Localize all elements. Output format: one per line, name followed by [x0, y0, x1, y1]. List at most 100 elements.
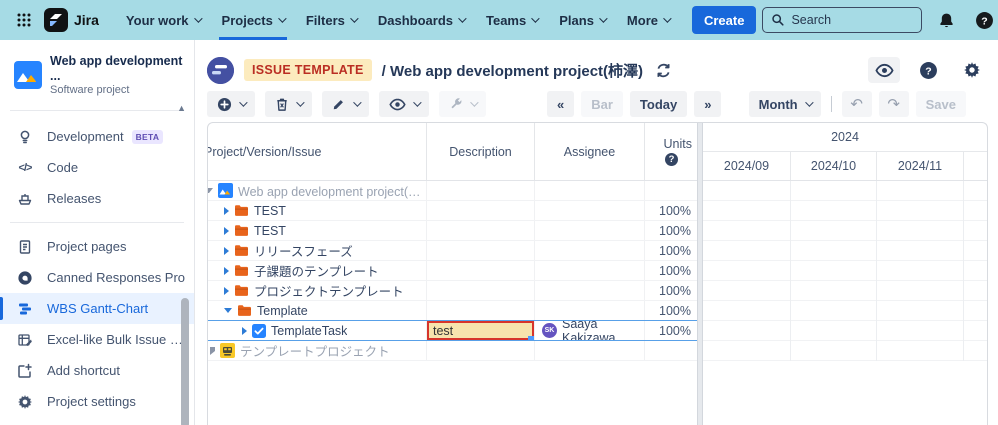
issue-name-cell[interactable]: TemplateTask	[208, 321, 427, 340]
assignee-cell[interactable]	[535, 181, 645, 200]
sidebar-item-code[interactable]: </>Code	[0, 152, 194, 183]
nav-item-your-work[interactable]: Your work	[115, 0, 211, 40]
description-cell[interactable]	[427, 181, 535, 200]
visibility-button[interactable]	[868, 57, 900, 83]
project-header[interactable]: Web app development ... Software project	[0, 40, 194, 108]
selected-description-cell[interactable]: test	[427, 321, 534, 340]
jira-logo[interactable]: Jira	[44, 8, 99, 32]
notifications-button[interactable]	[932, 6, 960, 34]
panel-splitter[interactable]	[697, 123, 703, 425]
sidebar-divider	[10, 110, 184, 111]
tools-button[interactable]	[439, 91, 486, 117]
issue-name-cell[interactable]: Web app development project(柿澤)	[208, 181, 427, 200]
units-cell[interactable]	[645, 341, 697, 360]
assignee-cell[interactable]: SKSaaya Kakizawa	[535, 321, 645, 340]
yellow-project-icon	[220, 343, 235, 358]
description-cell[interactable]	[427, 201, 535, 220]
expand-caret-icon[interactable]	[224, 227, 229, 235]
today-button[interactable]: Today	[630, 91, 687, 117]
assignee-cell[interactable]	[535, 341, 645, 360]
view-button[interactable]	[379, 91, 429, 117]
description-cell[interactable]	[427, 241, 535, 260]
description-cell[interactable]	[427, 221, 535, 240]
project-type: Software project	[50, 84, 194, 96]
expand-caret-icon[interactable]	[224, 287, 229, 295]
expand-caret-icon[interactable]	[210, 347, 215, 355]
description-cell[interactable]: test	[427, 321, 535, 340]
assignee-cell[interactable]	[535, 301, 645, 320]
issue-name-cell[interactable]: 子課題のテンプレート	[208, 261, 427, 280]
gantt-grid-panel: Project/Version/Issue Description Assign…	[207, 122, 988, 425]
sidebar-item-project-settings[interactable]: Project settings	[0, 386, 194, 417]
units-cell[interactable]: 100%	[645, 201, 697, 220]
units-help-icon[interactable]: ?	[665, 153, 678, 166]
add-issue-button[interactable]	[207, 91, 255, 117]
sidebar-item-wbs-gantt-chart[interactable]: WBS Gantt-Chart	[0, 293, 194, 324]
description-cell[interactable]	[427, 301, 535, 320]
ship-icon	[17, 191, 33, 207]
sidebar-item-project-pages[interactable]: Project pages	[0, 231, 194, 262]
sidebar-item-releases[interactable]: Releases	[0, 183, 194, 214]
assignee-cell[interactable]	[535, 241, 645, 260]
units-cell[interactable]: 100%	[645, 301, 697, 320]
create-button[interactable]: Create	[692, 6, 756, 34]
collapse-caret-icon[interactable]	[208, 188, 213, 193]
expand-caret-icon[interactable]	[224, 267, 229, 275]
nav-item-plans[interactable]: Plans	[548, 0, 616, 40]
grid-row-folder: TEST 100%	[208, 201, 987, 221]
column-header-issue: Project/Version/Issue	[208, 123, 427, 180]
issue-name-cell[interactable]: Template	[208, 301, 427, 320]
help-button[interactable]: ?	[970, 6, 998, 34]
nav-item-dashboards[interactable]: Dashboards	[367, 0, 475, 40]
fill-handle[interactable]	[528, 336, 534, 340]
undo-button[interactable]: ↶	[842, 91, 872, 117]
sidebar-item-canned-responses-pro[interactable]: Canned Responses Pro	[0, 262, 194, 293]
nav-item-filters[interactable]: Filters	[295, 0, 367, 40]
units-cell[interactable]: 100%	[645, 321, 697, 340]
bar-button[interactable]: Bar	[581, 91, 623, 117]
units-cell[interactable]: 100%	[645, 261, 697, 280]
description-cell[interactable]	[427, 281, 535, 300]
issue-name-cell[interactable]: TEST	[208, 201, 427, 220]
nav-item-label: Your work	[126, 13, 189, 28]
description-cell[interactable]	[427, 341, 535, 360]
sidebar-item-add-shortcut[interactable]: Add shortcut	[0, 355, 194, 386]
issue-name-cell[interactable]: テンプレートプロジェクト	[208, 341, 427, 360]
expand-caret-icon[interactable]	[242, 327, 247, 335]
sidebar-scrollbar[interactable]	[181, 298, 189, 425]
gantt-help-button[interactable]: ?	[912, 57, 944, 83]
issue-name-cell[interactable]: リリースフェーズ	[208, 241, 427, 260]
zoom-scale-dropdown[interactable]: Month	[749, 91, 821, 117]
units-cell[interactable]: 100%	[645, 241, 697, 260]
description-cell[interactable]	[427, 261, 535, 280]
app-switcher-icon[interactable]	[10, 6, 38, 34]
nav-item-teams[interactable]: Teams	[475, 0, 548, 40]
nav-item-projects[interactable]: Projects	[211, 0, 295, 40]
assignee-cell[interactable]	[535, 281, 645, 300]
gantt-settings-button[interactable]	[956, 57, 988, 83]
collapse-caret-icon[interactable]	[224, 308, 232, 313]
save-button[interactable]: Save	[916, 91, 966, 117]
units-cell[interactable]: 100%	[645, 221, 697, 240]
scroll-right-button[interactable]: »	[694, 91, 721, 117]
expand-caret-icon[interactable]	[224, 247, 229, 255]
redo-button[interactable]: ↷	[879, 91, 909, 117]
units-cell[interactable]	[645, 181, 697, 200]
issue-name-cell[interactable]: プロジェクトテンプレート	[208, 281, 427, 300]
delete-button[interactable]	[265, 91, 312, 117]
nav-item-more[interactable]: More	[616, 0, 680, 40]
search-input[interactable]	[791, 13, 901, 27]
scroll-up-icon[interactable]: ▲	[177, 103, 186, 113]
assignee-cell[interactable]	[535, 221, 645, 240]
expand-caret-icon[interactable]	[224, 207, 229, 215]
refresh-button[interactable]	[655, 62, 672, 79]
edit-button[interactable]	[322, 91, 369, 117]
assignee-cell[interactable]	[535, 201, 645, 220]
scroll-left-button[interactable]: «	[547, 91, 574, 117]
assignee-cell[interactable]	[535, 261, 645, 280]
sidebar-item-development[interactable]: DevelopmentBETA	[0, 121, 194, 152]
issue-name-cell[interactable]: TEST	[208, 221, 427, 240]
sidebar-item-excel-like-bulk-issue-e-[interactable]: Excel-like Bulk Issue E...	[0, 324, 194, 355]
units-cell[interactable]: 100%	[645, 281, 697, 300]
search-box[interactable]	[762, 7, 922, 33]
